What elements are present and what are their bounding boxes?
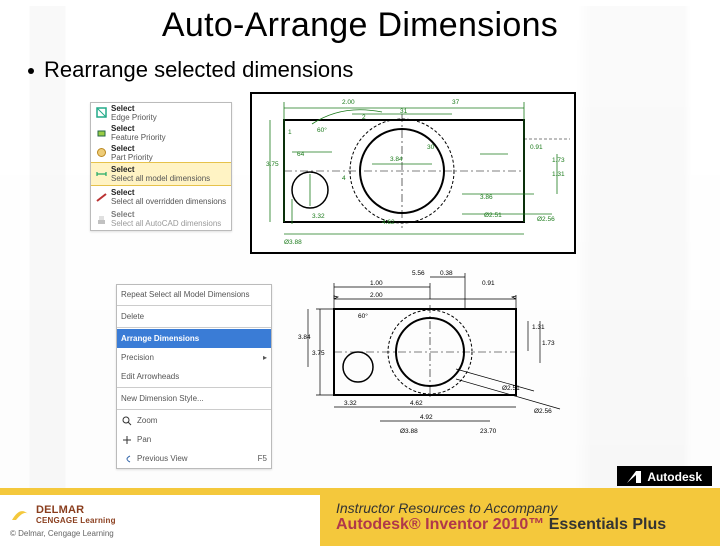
svg-text:4: 4 (342, 175, 346, 182)
svg-text:23.70: 23.70 (480, 428, 497, 435)
menu-item[interactable]: New Dimension Style... (117, 389, 271, 408)
svg-text:5.56: 5.56 (412, 270, 425, 277)
autocad-icon (95, 213, 107, 225)
drawing-after: 5.56 1.00 0.38 0.91 2.00 60° 1.31 3.75 3… (280, 265, 570, 443)
menu-item-selected[interactable]: Arrange Dimensions (117, 329, 271, 348)
menu-item-selected[interactable]: SelectSelect all model dimensions (91, 162, 231, 186)
copyright-text: © Delmar, Cengage Learning (10, 529, 310, 538)
dim-label: 37 (452, 99, 460, 106)
footer-left: DELMAR CENGAGE Learning © Delmar, Cengag… (0, 488, 320, 546)
svg-text:3.75: 3.75 (312, 350, 325, 357)
menu-item[interactable]: SelectSelect all AutoCAD dimensions (91, 208, 231, 230)
svg-text:Ø3.88: Ø3.88 (400, 428, 418, 435)
product-name: Autodesk® Inventor 2010™ (336, 516, 544, 533)
footer-line1: Instructor Resources to Accompany (336, 500, 704, 516)
svg-text:3.75: 3.75 (266, 161, 279, 168)
drawing-before: 37 2.00 31 2 1 60° 64 3.84 30 0.91 1.73 … (250, 92, 576, 254)
svg-text:4.62: 4.62 (410, 400, 423, 407)
autodesk-badge: Autodesk (617, 466, 712, 486)
autodesk-text: Autodesk (647, 470, 702, 484)
part-icon (95, 147, 107, 159)
svg-text:0.38: 0.38 (440, 270, 453, 277)
menu-item[interactable]: SelectFeature Priority (91, 122, 231, 143)
context-menu: Repeat Select all Model Dimensions Delet… (116, 284, 272, 469)
menu-item[interactable]: Pan (117, 430, 271, 449)
svg-text:0.91: 0.91 (530, 144, 543, 151)
menu-item[interactable]: Edit Arrowheads (117, 367, 271, 386)
svg-text:3.32: 3.32 (312, 213, 325, 220)
svg-text:0.91: 0.91 (482, 280, 495, 287)
prev-view-icon (121, 453, 133, 465)
edge-icon (95, 107, 107, 119)
menu-item[interactable]: Zoom (117, 411, 271, 430)
menu-item[interactable]: Previous View F5 (117, 449, 271, 468)
svg-text:60°: 60° (317, 126, 327, 134)
footer-line2: Autodesk® Inventor 2010™ Essentials Plus (336, 516, 704, 534)
dimension-icon (95, 168, 107, 180)
menu-item[interactable]: SelectPart Priority (91, 143, 231, 162)
svg-text:Ø2.56: Ø2.56 (534, 408, 552, 415)
svg-text:1.31: 1.31 (552, 171, 565, 178)
content-area: SelectEdge Priority SelectFeature Priori… (70, 89, 650, 449)
svg-text:1.31: 1.31 (532, 324, 545, 331)
product-suffix: Essentials Plus (544, 516, 666, 533)
override-icon (95, 191, 107, 203)
svg-text:1.73: 1.73 (552, 157, 565, 164)
pan-icon (121, 434, 133, 446)
svg-text:30: 30 (427, 144, 435, 151)
feature-icon (95, 127, 107, 139)
zoom-icon (121, 415, 133, 427)
svg-text:3.86: 3.86 (480, 194, 493, 201)
brand-sub: CENGAGE Learning (36, 516, 116, 525)
svg-text:Ø2.56: Ø2.56 (537, 216, 555, 223)
svg-text:3.84: 3.84 (390, 156, 403, 163)
menu-item[interactable]: SelectEdge Priority (91, 103, 231, 122)
svg-text:2.00: 2.00 (342, 99, 355, 106)
svg-text:2: 2 (362, 114, 366, 121)
svg-text:Ø2.51: Ø2.51 (502, 385, 520, 392)
select-priority-menu: SelectEdge Priority SelectFeature Priori… (90, 102, 232, 231)
autodesk-mark-icon (627, 471, 641, 483)
menu-item[interactable]: Delete (117, 307, 271, 326)
svg-text:4.62: 4.62 (382, 219, 395, 226)
svg-text:4.92: 4.92 (420, 414, 433, 421)
svg-text:1.73: 1.73 (542, 340, 555, 347)
brand-name: DELMAR (36, 504, 84, 516)
menu-item[interactable]: SelectSelect all overridden dimensions (91, 186, 231, 208)
svg-text:Ø3.88: Ø3.88 (284, 239, 302, 246)
footer-bar: DELMAR CENGAGE Learning © Delmar, Cengag… (0, 488, 720, 546)
svg-text:3.32: 3.32 (344, 400, 357, 407)
svg-text:3.84: 3.84 (298, 334, 311, 341)
svg-text:64: 64 (297, 151, 305, 158)
svg-text:2.00: 2.00 (370, 292, 383, 299)
svg-text:1: 1 (288, 129, 292, 136)
svg-text:Ø2.51: Ø2.51 (484, 212, 502, 219)
delmar-mark-icon (10, 504, 30, 524)
svg-text:31: 31 (400, 108, 408, 115)
svg-text:60°: 60° (358, 312, 368, 320)
delmar-logo: DELMAR CENGAGE Learning (10, 504, 310, 525)
menu-item[interactable]: Repeat Select all Model Dimensions (117, 285, 271, 304)
footer-right: Autodesk Instructor Resources to Accompa… (320, 488, 720, 546)
svg-text:1.00: 1.00 (370, 280, 383, 287)
menu-item[interactable]: Precision▸ (117, 348, 271, 367)
